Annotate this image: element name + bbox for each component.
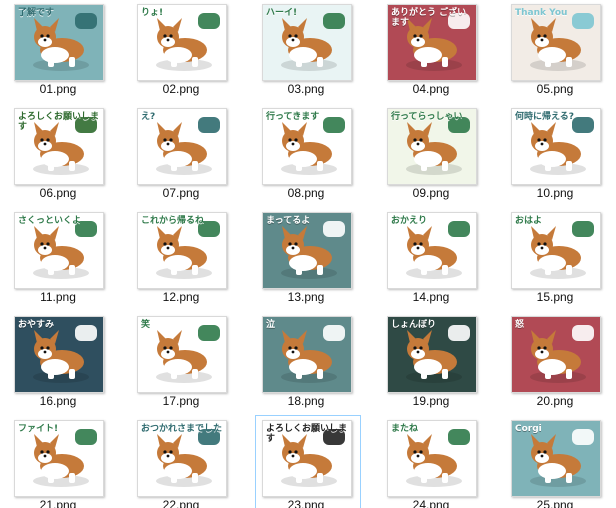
file-name-label: 16.png: [39, 394, 77, 408]
file-item[interactable]: 了解です 01.png: [8, 0, 112, 100]
file-name-label: 14.png: [412, 290, 450, 304]
file-thumbnail[interactable]: しょんぼり: [387, 316, 477, 393]
file-name-label: 04.png: [412, 82, 450, 96]
file-name-label: 07.png: [162, 186, 200, 200]
file-item[interactable]: 行ってらっしゃい 09.png: [381, 104, 485, 204]
file-name-label: 22.png: [162, 498, 200, 508]
file-name-label: 18.png: [287, 394, 325, 408]
file-item[interactable]: よろしくお願いします 23.png: [255, 415, 361, 508]
file-item[interactable]: おかえり 14.png: [381, 208, 485, 308]
file-thumbnail[interactable]: 笑: [137, 316, 227, 393]
file-thumbnail[interactable]: さくっといくよ: [14, 212, 104, 289]
file-item[interactable]: おつかれさまでした 22.png: [131, 416, 235, 508]
file-thumbnail[interactable]: ハーイ!: [262, 4, 352, 81]
file-thumbnail[interactable]: え?: [137, 108, 227, 185]
file-name-label: 09.png: [412, 186, 450, 200]
file-thumbnail[interactable]: 何時に帰える?: [511, 108, 601, 185]
file-item[interactable]: 笑 17.png: [131, 312, 235, 412]
file-name-label: 12.png: [162, 290, 200, 304]
file-item[interactable]: Thank You 05.png: [505, 0, 609, 100]
file-item[interactable]: 怒 20.png: [505, 312, 609, 412]
file-item[interactable]: 泣 18.png: [256, 312, 360, 412]
file-name-label: 20.png: [536, 394, 574, 408]
file-thumbnail[interactable]: おつかれさまでした: [137, 420, 227, 497]
file-item[interactable]: え? 07.png: [131, 104, 235, 204]
file-item[interactable]: ありがとう ございます 04.png: [381, 0, 485, 100]
file-name-label: 02.png: [162, 82, 200, 96]
file-item[interactable]: ハーイ! 03.png: [256, 0, 360, 100]
file-thumbnail[interactable]: ファイト!: [14, 420, 104, 497]
file-item[interactable]: おはよ 15.png: [505, 208, 609, 308]
file-name-label: 15.png: [536, 290, 574, 304]
file-thumbnail[interactable]: またね: [387, 420, 477, 497]
file-item[interactable]: 何時に帰える? 10.png: [505, 104, 609, 204]
file-thumbnail[interactable]: これから帰るね: [137, 212, 227, 289]
file-item[interactable]: またね 24.png: [381, 416, 485, 508]
file-name-label: 06.png: [39, 186, 77, 200]
file-item[interactable]: ファイト! 21.png: [8, 416, 112, 508]
file-name-label: 21.png: [39, 498, 77, 508]
file-item[interactable]: りょ! 02.png: [131, 0, 235, 100]
file-thumbnail[interactable]: おかえり: [387, 212, 477, 289]
file-item[interactable]: まってるよ 13.png: [256, 208, 360, 308]
file-name-label: 13.png: [287, 290, 325, 304]
file-name-label: 11.png: [40, 290, 76, 304]
file-item[interactable]: Corgi 25.png: [505, 416, 609, 508]
file-name-label: 05.png: [536, 82, 574, 96]
file-item[interactable]: しょんぼり 19.png: [381, 312, 485, 412]
file-thumbnail-grid: 了解です 01.png りょ! 02.png ハーイ! 03.png ありがとう…: [0, 0, 616, 508]
file-thumbnail[interactable]: 行ってらっしゃい: [387, 108, 477, 185]
file-thumbnail[interactable]: よろしくお願いします: [14, 108, 104, 185]
file-name-label: 03.png: [287, 82, 325, 96]
file-thumbnail[interactable]: りょ!: [137, 4, 227, 81]
file-thumbnail[interactable]: まってるよ: [262, 212, 352, 289]
file-name-label: 25.png: [536, 498, 574, 508]
file-item[interactable]: これから帰るね 12.png: [131, 208, 235, 308]
file-thumbnail[interactable]: 行ってきます: [262, 108, 352, 185]
file-thumbnail[interactable]: Thank You: [511, 4, 601, 81]
file-item[interactable]: おやすみ 16.png: [8, 312, 112, 412]
file-name-label: 17.png: [162, 394, 200, 408]
file-thumbnail[interactable]: 泣: [262, 316, 352, 393]
file-name-label: 08.png: [287, 186, 325, 200]
file-name-label: 24.png: [412, 498, 450, 508]
file-thumbnail[interactable]: おはよ: [511, 212, 601, 289]
file-item[interactable]: さくっといくよ 11.png: [8, 208, 112, 308]
file-thumbnail[interactable]: ありがとう ございます: [387, 4, 477, 81]
file-name-label: 23.png: [287, 498, 325, 508]
file-thumbnail[interactable]: よろしくお願いします: [262, 420, 352, 497]
file-name-label: 19.png: [412, 394, 450, 408]
file-item[interactable]: よろしくお願いします 06.png: [8, 104, 112, 204]
file-item[interactable]: 行ってきます 08.png: [256, 104, 360, 204]
file-thumbnail[interactable]: おやすみ: [14, 316, 104, 393]
file-thumbnail[interactable]: 了解です: [14, 4, 104, 81]
file-thumbnail[interactable]: 怒: [511, 316, 601, 393]
file-thumbnail[interactable]: Corgi: [511, 420, 601, 497]
file-name-label: 10.png: [536, 186, 574, 200]
file-name-label: 01.png: [39, 82, 77, 96]
